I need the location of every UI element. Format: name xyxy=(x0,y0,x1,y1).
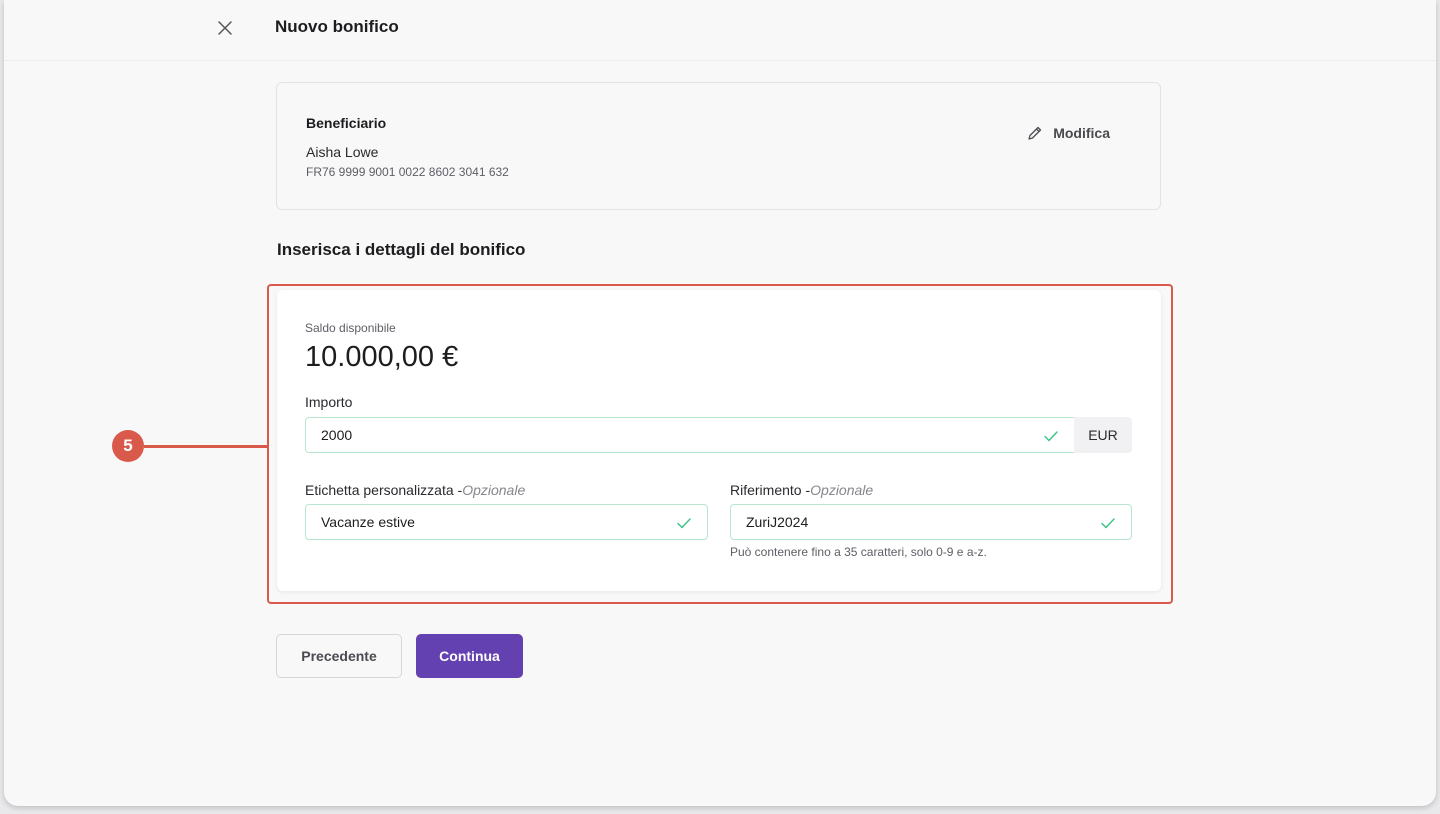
section-title: Inserisca i dettagli del bonifico xyxy=(277,240,526,259)
edit-label: Modifica xyxy=(1053,125,1110,141)
close-icon xyxy=(218,21,232,35)
continue-button[interactable]: Continua xyxy=(416,634,523,678)
pencil-icon xyxy=(1028,126,1042,140)
beneficiary-card: Beneficiario Aisha Lowe FR76 9999 9001 0… xyxy=(276,82,1161,210)
annotation-step-badge: 5 xyxy=(112,430,144,462)
page-title: Nuovo bonifico xyxy=(275,17,399,36)
annotation-connector-line xyxy=(144,445,267,448)
annotation-highlight-frame xyxy=(267,284,1173,604)
close-button[interactable] xyxy=(214,17,236,39)
beneficiary-iban: FR76 9999 9001 0022 8602 3041 632 xyxy=(306,165,509,179)
top-bar: Nuovo bonifico xyxy=(4,0,1436,61)
app-window: Nuovo bonifico Beneficiario Aisha Lowe F… xyxy=(4,0,1436,806)
previous-button[interactable]: Precedente xyxy=(276,634,402,678)
edit-beneficiary-button[interactable]: Modifica xyxy=(1027,125,1110,141)
beneficiary-name: Aisha Lowe xyxy=(306,144,379,160)
beneficiary-label: Beneficiario xyxy=(306,115,387,131)
